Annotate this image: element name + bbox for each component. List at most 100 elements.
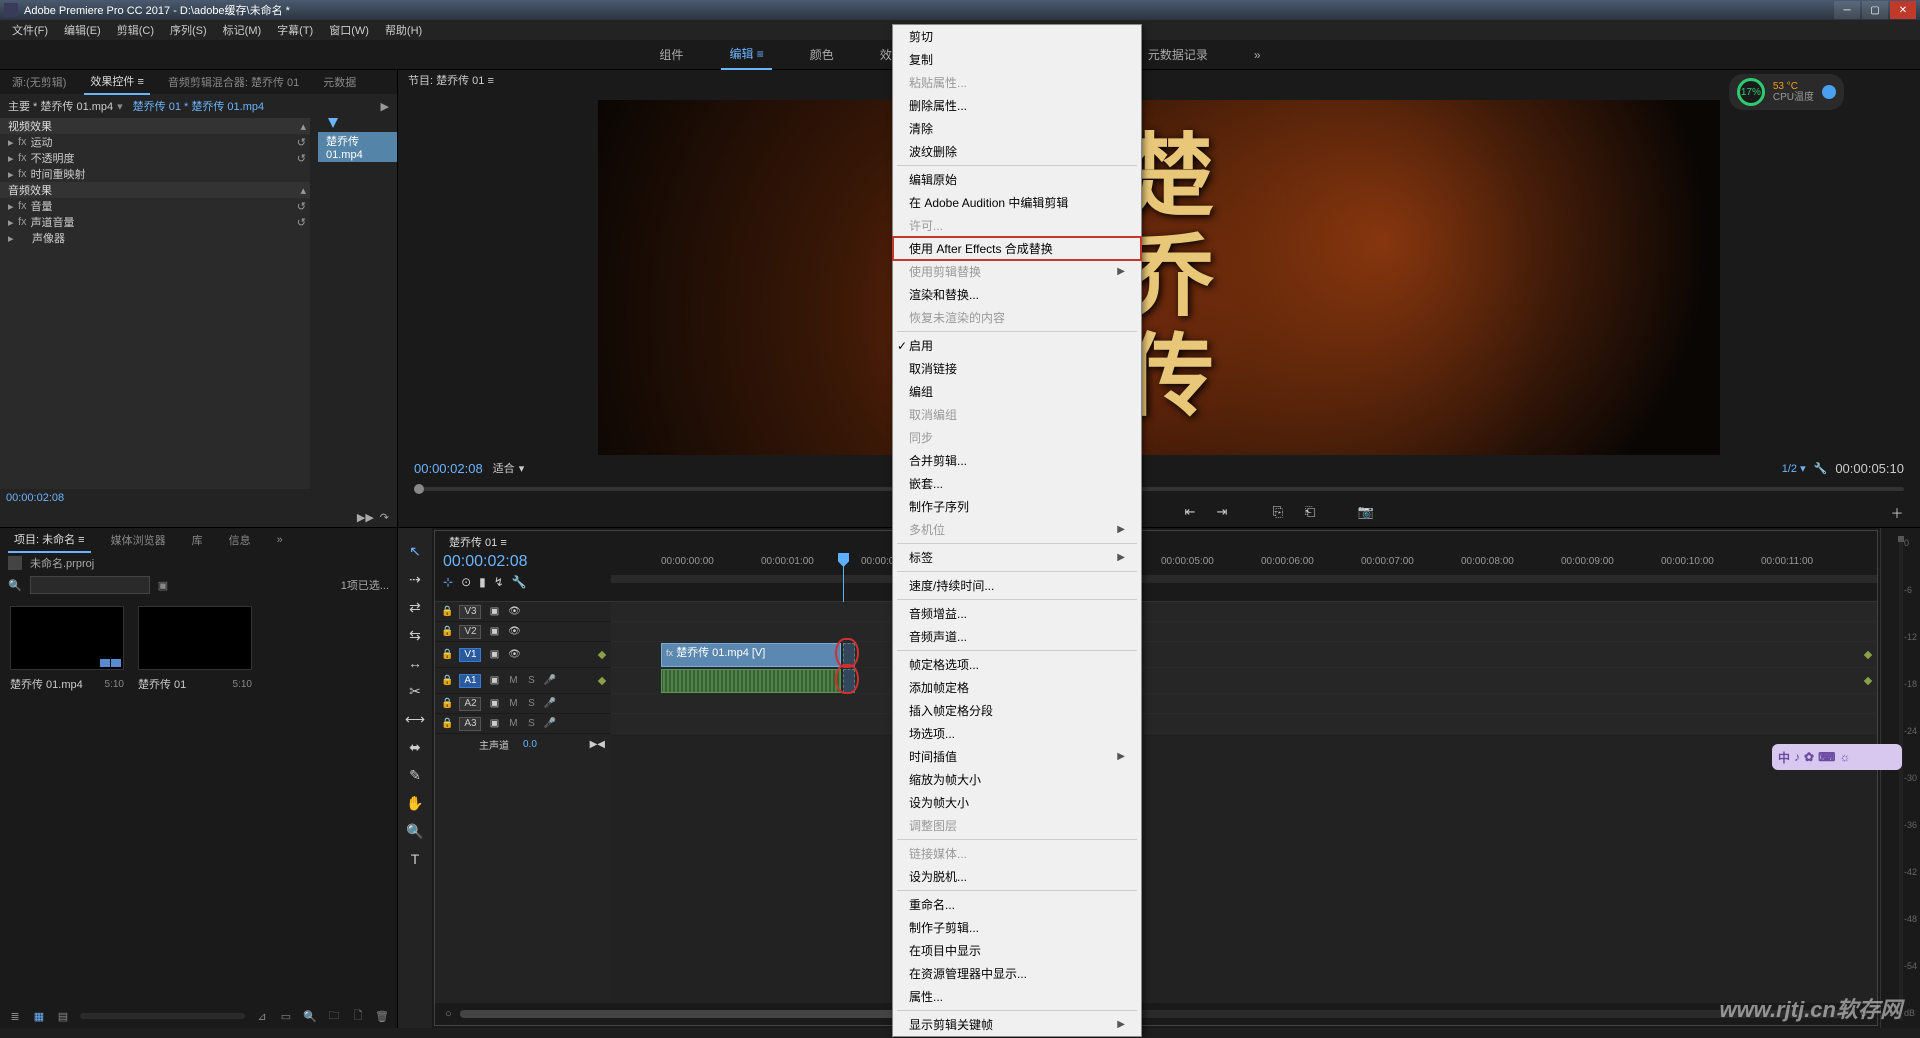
- selection-tool[interactable]: ↖: [406, 542, 424, 560]
- export-frame-button[interactable]: 📷: [1357, 504, 1375, 520]
- timeline-timecode[interactable]: 00:00:02:08: [443, 553, 611, 571]
- ws-overflow-button[interactable]: »: [1246, 42, 1269, 68]
- context-menu-item[interactable]: 编辑原始: [893, 168, 1141, 191]
- menu-title[interactable]: 字幕(T): [269, 20, 321, 40]
- context-menu-item[interactable]: ✓启用: [893, 334, 1141, 357]
- context-menu-item[interactable]: 渲染和替换...: [893, 283, 1141, 306]
- track-select-tool[interactable]: ⇢: [406, 570, 424, 588]
- program-tab[interactable]: 节目: 楚乔传 01 ≡: [408, 72, 494, 91]
- ec-sequence-link[interactable]: 楚乔传 01 * 楚乔传 01.mp4: [133, 98, 264, 114]
- rate-stretch-tool[interactable]: ↔: [406, 654, 424, 672]
- context-menu-item[interactable]: 清除: [893, 117, 1141, 140]
- project-item-sequence[interactable]: 楚乔传 01 5:10: [138, 606, 252, 994]
- context-menu-item[interactable]: 属性...: [893, 985, 1141, 1008]
- ws-tab-editing[interactable]: 编辑 ≡: [721, 39, 771, 70]
- track-header-a2[interactable]: 🔒A2▣MS🎤: [435, 694, 611, 714]
- minimize-button[interactable]: ─: [1834, 1, 1860, 19]
- context-menu-item[interactable]: 时间插值▶: [893, 745, 1141, 768]
- linked-selection-button[interactable]: ⊙: [461, 575, 471, 589]
- ec-section-video[interactable]: 视频效果 ▴: [0, 118, 310, 134]
- project-item-clip[interactable]: 楚乔传 01.mp4 5:10: [10, 606, 124, 994]
- menu-clip[interactable]: 剪辑(C): [109, 20, 162, 40]
- tab-effect-controls[interactable]: 效果控件 ≡: [84, 69, 149, 95]
- effect-controls-timeline[interactable]: 楚乔传 01.mp4: [310, 118, 397, 489]
- ec-row-volume[interactable]: ▸fx音量↺: [0, 198, 310, 214]
- goto-out-button[interactable]: ⇥: [1213, 504, 1231, 520]
- ec-playhead-icon[interactable]: [328, 118, 338, 128]
- context-menu-item[interactable]: 制作子剪辑...: [893, 916, 1141, 939]
- ws-tab-color[interactable]: 颜色: [802, 40, 842, 69]
- context-menu-item[interactable]: 场选项...: [893, 722, 1141, 745]
- src-play-button[interactable]: ▶▶: [357, 511, 374, 524]
- goto-in-button[interactable]: ⇤: [1181, 504, 1199, 520]
- context-menu-item[interactable]: 波纹删除: [893, 140, 1141, 163]
- sort-button[interactable]: ⊿: [255, 1009, 269, 1023]
- track-header-v1[interactable]: 🔒V1▣👁: [435, 642, 611, 668]
- track-lanes[interactable]: fx 楚乔传 01.mp4 [V]: [611, 602, 1877, 1003]
- tab-audio-clip-mixer[interactable]: 音频剪辑混合器: 楚乔传 01: [162, 70, 305, 94]
- settings-button[interactable]: ↯: [494, 575, 504, 589]
- track-header-a1[interactable]: 🔒A1▣MS🎤: [435, 668, 611, 694]
- hand-tool[interactable]: ✋: [406, 794, 424, 812]
- program-settings-icon[interactable]: 🔧: [1814, 462, 1828, 475]
- rolling-edit-tool[interactable]: ⇆: [406, 626, 424, 644]
- tab-libraries[interactable]: 库: [186, 528, 209, 552]
- program-timecode-current[interactable]: 00:00:02:08: [414, 461, 483, 476]
- wrench-button[interactable]: 🔧: [512, 575, 527, 589]
- context-menu-item[interactable]: 帧定格选项...: [893, 653, 1141, 676]
- context-menu-item[interactable]: 复制: [893, 48, 1141, 71]
- menu-sequence[interactable]: 序列(S): [162, 20, 215, 40]
- lift-button[interactable]: ⎘: [1269, 504, 1287, 520]
- context-menu-item[interactable]: 在项目中显示: [893, 939, 1141, 962]
- tab-project[interactable]: 项目: 未命名 ≡: [8, 527, 91, 553]
- ripple-edit-tool[interactable]: ⇄: [406, 598, 424, 616]
- type-tool[interactable]: T: [406, 850, 424, 868]
- pen-tool[interactable]: ✎: [406, 766, 424, 784]
- track-header-a3[interactable]: 🔒A3▣MS🎤: [435, 714, 611, 734]
- tab-metadata[interactable]: 元数据: [317, 70, 362, 94]
- menu-window[interactable]: 窗口(W): [321, 20, 377, 40]
- context-menu-item[interactable]: 设为脱机...: [893, 865, 1141, 888]
- context-menu-item[interactable]: 速度/持续时间...: [893, 574, 1141, 597]
- ec-row-channel-volume[interactable]: ▸fx声道音量↺: [0, 214, 310, 230]
- context-menu-item[interactable]: 在资源管理器中显示...: [893, 962, 1141, 985]
- context-menu-item[interactable]: 重命名...: [893, 893, 1141, 916]
- timeline-clip-video[interactable]: fx 楚乔传 01.mp4 [V]: [661, 643, 841, 667]
- source-timecode[interactable]: 00:00:02:08: [0, 489, 397, 507]
- list-view-button[interactable]: ≣: [8, 1009, 22, 1023]
- delete-button[interactable]: 🗑: [375, 1009, 389, 1023]
- timeline-zoom-slider[interactable]: [460, 1010, 1853, 1018]
- auto-match-button[interactable]: ▭: [279, 1009, 293, 1023]
- context-menu-item[interactable]: 显示剪辑关键帧▶: [893, 1013, 1141, 1036]
- extract-button[interactable]: ⎗: [1301, 504, 1319, 520]
- slide-tool[interactable]: ⬌: [406, 738, 424, 756]
- program-video-area[interactable]: 楚乔传: [598, 100, 1720, 455]
- ec-row-motion[interactable]: ▸fx运动↺: [0, 134, 310, 150]
- ec-section-audio[interactable]: 音频效果 ▴: [0, 182, 310, 198]
- ec-timeline-toggle[interactable]: ▶: [381, 100, 389, 113]
- tab-overflow[interactable]: »: [271, 530, 289, 550]
- context-menu-item[interactable]: 缩放为帧大小: [893, 768, 1141, 791]
- new-bin-button[interactable]: 🗀: [327, 1009, 341, 1023]
- menu-file[interactable]: 文件(F): [4, 20, 56, 40]
- program-resolution-dropdown[interactable]: 1/2 ▾: [1782, 462, 1806, 475]
- context-menu-item[interactable]: 在 Adobe Audition 中编辑剪辑: [893, 191, 1141, 214]
- slip-tool[interactable]: ⟷: [406, 710, 424, 728]
- context-menu-item[interactable]: 编组: [893, 380, 1141, 403]
- track-header-v2[interactable]: 🔒V2▣👁: [435, 622, 611, 642]
- src-export-frame-button[interactable]: ↷: [380, 511, 389, 524]
- context-menu-item[interactable]: 音频增益...: [893, 602, 1141, 625]
- ec-row-timeremap[interactable]: ▸fx时间重映射: [0, 166, 310, 182]
- context-menu-item[interactable]: 剪切: [893, 25, 1141, 48]
- tab-media-browser[interactable]: 媒体浏览器: [105, 528, 172, 552]
- context-menu-item[interactable]: 设为帧大小: [893, 791, 1141, 814]
- freeform-view-button[interactable]: ▤: [56, 1009, 70, 1023]
- project-search-input[interactable]: [30, 576, 150, 594]
- context-menu-item[interactable]: 音频声道...: [893, 625, 1141, 648]
- icon-view-button[interactable]: ▦: [32, 1009, 46, 1023]
- button-editor-button[interactable]: ＋: [1888, 503, 1906, 522]
- tab-info[interactable]: 信息: [223, 528, 257, 552]
- timeline-clip-audio[interactable]: [661, 669, 841, 693]
- context-menu-item[interactable]: 删除属性...: [893, 94, 1141, 117]
- thumb-size-slider[interactable]: [80, 1013, 245, 1019]
